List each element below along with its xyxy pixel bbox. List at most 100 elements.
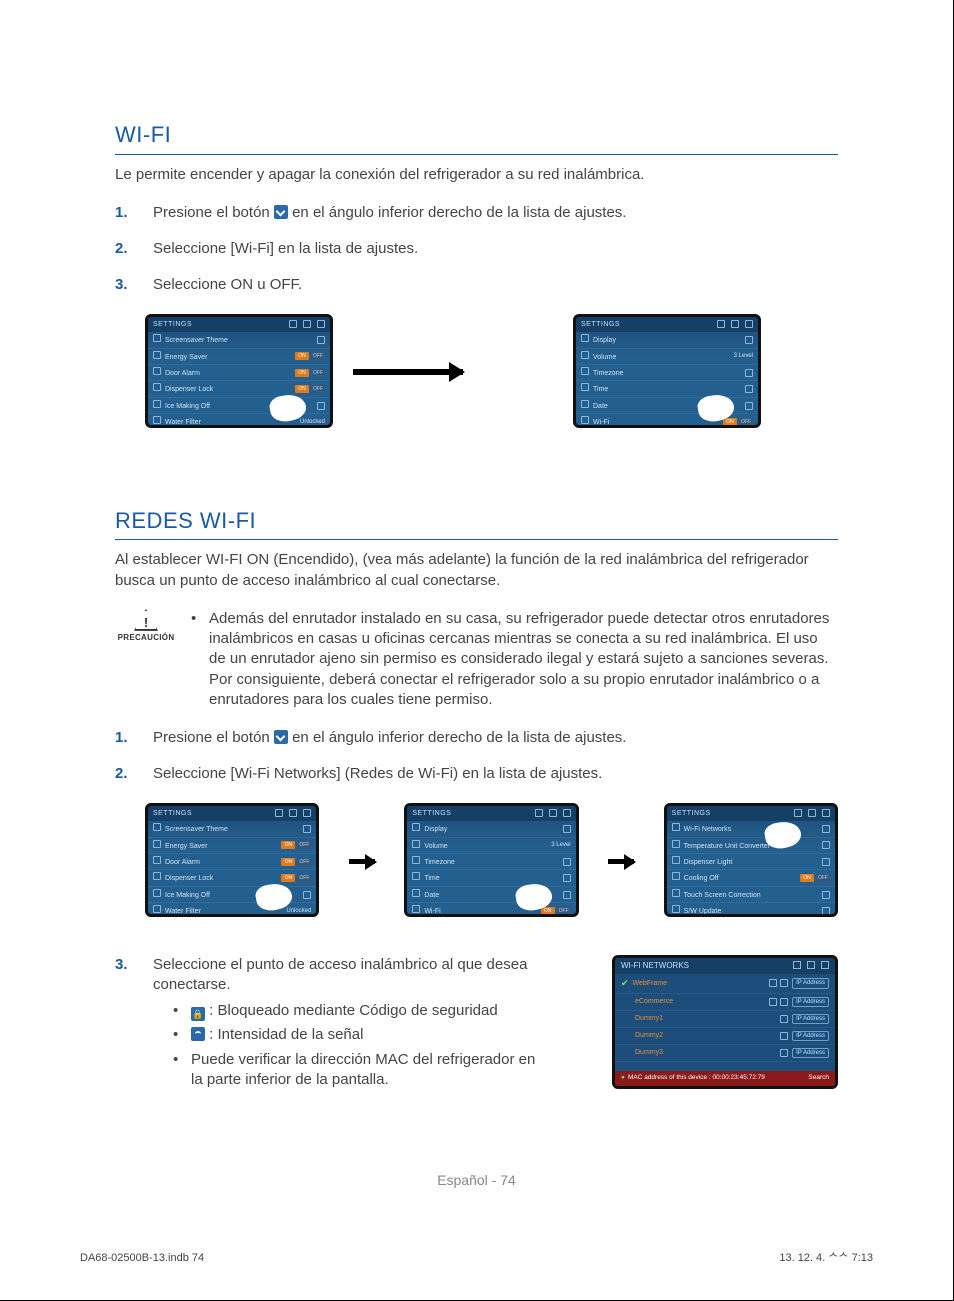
list-item[interactable]: Dispenser Lock bbox=[165, 875, 213, 882]
lock-icon bbox=[769, 998, 777, 1006]
wifi-steps: 1. Presione el botón en el ángulo inferi… bbox=[115, 203, 838, 296]
step-num: 2. bbox=[115, 239, 153, 259]
settings-screen-c: SETTINGS Wi-Fi Networks Temperature Unit… bbox=[664, 803, 838, 917]
ip-address-button[interactable]: IP Address bbox=[792, 978, 829, 988]
list-item[interactable]: Display bbox=[424, 826, 447, 833]
list-item[interactable]: Wi-Fi bbox=[424, 908, 440, 915]
list-item[interactable]: Water Filter bbox=[165, 419, 201, 426]
warning-icon bbox=[134, 609, 158, 631]
toggle-off[interactable]: OFF bbox=[297, 874, 311, 882]
step-num: 1. bbox=[115, 728, 153, 748]
file-name: DA68-02500B-13.indb 74 bbox=[80, 1251, 204, 1266]
step-before: Presione el botón bbox=[153, 729, 274, 746]
network-name: eCommerce bbox=[635, 997, 769, 1006]
arrow-right-icon bbox=[603, 850, 640, 870]
check-icon: ✔ bbox=[621, 977, 629, 989]
list-item[interactable]: Display bbox=[593, 337, 616, 344]
list-item[interactable]: Volume bbox=[424, 843, 447, 850]
list-item[interactable]: Timezone bbox=[424, 859, 454, 866]
redes-intro: Al establecer WI-FI ON (Encendido), (vea… bbox=[115, 550, 838, 591]
network-name: Dummy2 bbox=[635, 1031, 780, 1040]
lock-icon: 🔒 bbox=[191, 1007, 205, 1021]
ip-address-button[interactable]: IP Address bbox=[792, 1031, 829, 1041]
list-item[interactable]: Energy Saver bbox=[165, 354, 207, 361]
network-row[interactable]: Dummy2 IP Address bbox=[615, 1028, 835, 1045]
network-row[interactable]: Dummy1 IP Address bbox=[615, 1011, 835, 1028]
ip-address-button[interactable]: IP Address bbox=[792, 997, 829, 1007]
signal-icon bbox=[191, 1027, 205, 1041]
toggle-on[interactable]: ON bbox=[541, 907, 555, 915]
list-item[interactable]: Wi-Fi bbox=[593, 419, 609, 426]
arrow-right-icon bbox=[343, 850, 380, 870]
page-footer: Español - 74 bbox=[0, 1171, 953, 1190]
list-item[interactable]: Date bbox=[593, 403, 608, 410]
toggle-on[interactable]: ON bbox=[281, 874, 295, 882]
list-item[interactable]: Dispenser Light bbox=[684, 859, 733, 866]
signal-icon bbox=[780, 998, 788, 1006]
chevron-down-icon bbox=[274, 205, 288, 219]
network-row[interactable]: ✔ WebFrame IP Address bbox=[615, 974, 835, 993]
wifi-section-title: WI-FI bbox=[115, 120, 838, 155]
mac-footer: ●MAC address of this device : 00:00:23:4… bbox=[615, 1071, 835, 1086]
toggle-off[interactable]: OFF bbox=[311, 385, 325, 393]
list-item[interactable]: Water Filter bbox=[165, 908, 201, 915]
list-item[interactable]: Ice Making Off bbox=[165, 892, 210, 899]
toggle-on[interactable]: ON bbox=[800, 874, 814, 882]
list-item[interactable]: Screensaver Theme bbox=[165, 826, 228, 833]
list-item[interactable]: Wi-Fi Networks bbox=[684, 826, 731, 833]
signal-icon bbox=[780, 1015, 788, 1023]
list-item[interactable]: Time bbox=[424, 875, 439, 882]
network-name: WebFrame bbox=[633, 979, 668, 988]
toggle-off[interactable]: OFF bbox=[311, 369, 325, 377]
list-item[interactable]: Time bbox=[593, 386, 608, 393]
toggle-off[interactable]: OFF bbox=[739, 418, 753, 426]
step-text: Seleccione [Wi-Fi Networks] (Redes de Wi… bbox=[153, 764, 838, 784]
screen-title: SETTINGS bbox=[672, 809, 711, 818]
step-num: 2. bbox=[115, 764, 153, 784]
toggle-off[interactable]: OFF bbox=[297, 858, 311, 866]
toggle-on[interactable]: ON bbox=[295, 385, 309, 393]
toggle-on[interactable]: ON bbox=[281, 841, 295, 849]
search-button[interactable]: Search bbox=[808, 1074, 829, 1083]
step-text: Seleccione [Wi-Fi] en la lista de ajuste… bbox=[153, 239, 838, 259]
toggle-off[interactable]: OFF bbox=[816, 874, 830, 882]
list-item[interactable]: Energy Saver bbox=[165, 843, 207, 850]
network-name: Dummy1 bbox=[635, 1014, 780, 1023]
settings-screen-b: SETTINGS Display Volume3 Level Timezone … bbox=[404, 803, 578, 917]
list-item[interactable]: Ice Making Off bbox=[165, 403, 210, 410]
step-num: 3. bbox=[115, 275, 153, 295]
list-item[interactable]: Date bbox=[424, 892, 439, 899]
list-item[interactable]: Dispenser Lock bbox=[165, 386, 213, 393]
toggle-off[interactable]: OFF bbox=[297, 841, 311, 849]
status-text: 3 Level bbox=[551, 841, 570, 849]
list-item[interactable]: Cooling Off bbox=[684, 875, 719, 882]
mac-address: MAC address of this device : 00:00:23:45… bbox=[628, 1074, 765, 1081]
step-num: 3. bbox=[115, 955, 153, 1095]
toggle-on[interactable]: ON bbox=[723, 418, 737, 426]
list-item[interactable]: S/W Update bbox=[684, 908, 722, 915]
list-item[interactable]: Touch Screen Correction bbox=[684, 892, 761, 899]
network-row[interactable]: Dummy3IP Address bbox=[615, 1045, 835, 1062]
ip-address-button[interactable]: IP Address bbox=[792, 1048, 829, 1058]
list-item[interactable]: Volume bbox=[593, 354, 616, 361]
step3-text: Seleccione el punto de acceso inalámbric… bbox=[153, 956, 527, 993]
list-item[interactable]: Screensaver Theme bbox=[165, 337, 228, 344]
screen-title: SETTINGS bbox=[581, 320, 620, 329]
status-text: 3 Level bbox=[734, 352, 753, 360]
network-row[interactable]: eCommerce IP Address bbox=[615, 994, 835, 1011]
ip-address-button[interactable]: IP Address bbox=[792, 1014, 829, 1024]
toggle-on[interactable]: ON bbox=[281, 858, 295, 866]
screen-title: SETTINGS bbox=[153, 320, 192, 329]
signal-icon bbox=[780, 979, 788, 987]
list-item[interactable]: Door Alarm bbox=[165, 859, 200, 866]
toggle-off[interactable]: OFF bbox=[557, 907, 571, 915]
step-before: Presione el botón bbox=[153, 204, 274, 221]
list-item[interactable]: Door Alarm bbox=[165, 370, 200, 377]
toggle-on[interactable]: ON bbox=[295, 369, 309, 377]
toggle-off[interactable]: OFF bbox=[311, 352, 325, 360]
bullet-text: : Intensidad de la señal bbox=[205, 1026, 363, 1043]
toggle-on[interactable]: ON bbox=[295, 352, 309, 360]
settings-screen-a: SETTINGS Screensaver Theme Energy SaverO… bbox=[145, 803, 319, 917]
list-item[interactable]: Timezone bbox=[593, 370, 623, 377]
list-item[interactable]: Temperature Unit Converter bbox=[684, 843, 770, 850]
